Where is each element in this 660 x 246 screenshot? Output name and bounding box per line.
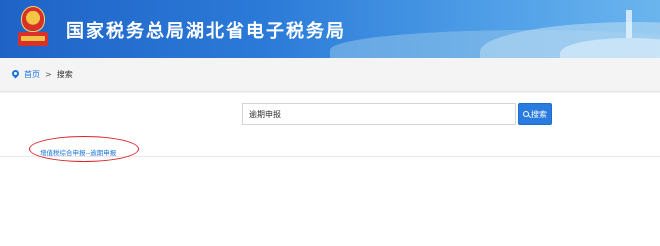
tax-emblem-icon xyxy=(18,6,48,50)
location-pin-icon xyxy=(12,70,19,79)
red-ellipse-annotation xyxy=(29,136,139,162)
breadcrumb-separator: > xyxy=(45,70,52,79)
search-input[interactable] xyxy=(242,103,516,125)
breadcrumb-current: 搜索 xyxy=(56,70,73,79)
page: 国家税务总局湖北省电子税务局 首页 > 搜索 搜索 增值税综合申报--逾期申报 xyxy=(0,0,660,246)
search-bar: 搜索 xyxy=(242,103,552,125)
breadcrumb-home-link[interactable]: 首页 xyxy=(24,69,40,80)
search-button[interactable]: 搜索 xyxy=(518,103,552,125)
banner-great-wall-tower xyxy=(626,10,632,38)
search-button-label: 搜索 xyxy=(531,109,547,119)
main-content: 搜索 增值税综合申报--逾期申报 xyxy=(0,93,660,246)
breadcrumb-bar: 首页 > 搜索 xyxy=(0,58,660,92)
breadcrumb: 首页 > 搜索 xyxy=(12,69,73,80)
search-icon xyxy=(523,110,530,118)
site-title: 国家税务总局湖北省电子税务局 xyxy=(66,21,346,42)
site-header: 国家税务总局湖北省电子税务局 xyxy=(0,0,660,58)
